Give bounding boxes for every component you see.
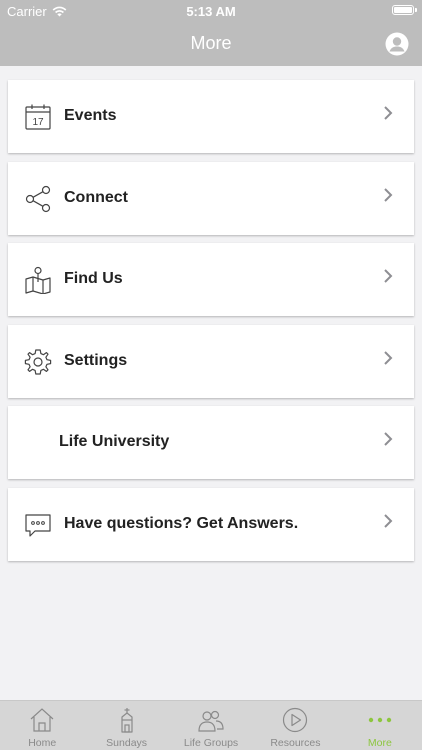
more-menu: 17 Events Connect Find Us Settings Life …	[8, 80, 414, 569]
chevron-right-icon	[384, 187, 393, 202]
profile-icon[interactable]	[385, 32, 409, 56]
tab-more[interactable]: More	[338, 701, 422, 750]
tab-resources[interactable]: Resources	[253, 701, 337, 750]
menu-item-label: Have questions? Get Answers.	[64, 514, 299, 532]
tab-label: Home	[28, 737, 57, 749]
tab-label: Resources	[270, 737, 321, 749]
calendar-day: 17	[32, 117, 44, 128]
gear-icon	[24, 348, 52, 375]
map-pin-icon	[25, 266, 51, 294]
share-icon	[25, 185, 51, 212]
chat-bubble-icon	[25, 513, 51, 537]
menu-item-label: Events	[64, 107, 117, 124]
battery-icon	[392, 5, 417, 15]
menu-item-questions[interactable]: Have questions? Get Answers.	[8, 487, 414, 561]
chevron-right-icon	[384, 350, 393, 365]
menu-item-label: Connect	[64, 188, 128, 206]
people-icon	[198, 710, 224, 732]
page-title: More	[190, 33, 232, 53]
menu-item-life-university[interactable]: Life University	[8, 406, 414, 479]
tab-sundays[interactable]: Sundays	[84, 701, 168, 750]
menu-item-settings[interactable]: Settings	[8, 324, 414, 398]
menu-item-label: Find Us	[64, 270, 123, 287]
chevron-right-icon	[384, 513, 393, 528]
tab-label: Sundays	[106, 737, 148, 749]
tab-label: More	[367, 737, 392, 749]
tab-bar: Home Sundays Life Groups Resources More	[0, 700, 422, 750]
more-dots-icon	[368, 717, 392, 723]
tab-label: Life Groups	[183, 737, 239, 749]
menu-item-find-us[interactable]: Find Us	[8, 243, 414, 316]
menu-item-events[interactable]: 17 Events	[8, 80, 414, 153]
clock: 5:13 AM	[186, 4, 236, 19]
chevron-right-icon	[384, 269, 393, 283]
play-circle-icon	[283, 707, 308, 733]
church-icon	[121, 708, 133, 733]
house-icon	[30, 708, 54, 732]
status-bar: Carrier 5:13 AM	[0, 0, 422, 22]
chevron-right-icon	[384, 106, 393, 120]
tab-home[interactable]: Home	[0, 701, 84, 750]
menu-item-label: Settings	[64, 351, 128, 369]
tab-life-groups[interactable]: Life Groups	[169, 701, 253, 750]
navigation-bar: More	[0, 22, 422, 66]
menu-item-label: Life University	[59, 433, 170, 450]
calendar-icon: 17	[25, 104, 51, 130]
menu-item-connect[interactable]: Connect	[8, 161, 414, 235]
chevron-right-icon	[384, 432, 393, 446]
